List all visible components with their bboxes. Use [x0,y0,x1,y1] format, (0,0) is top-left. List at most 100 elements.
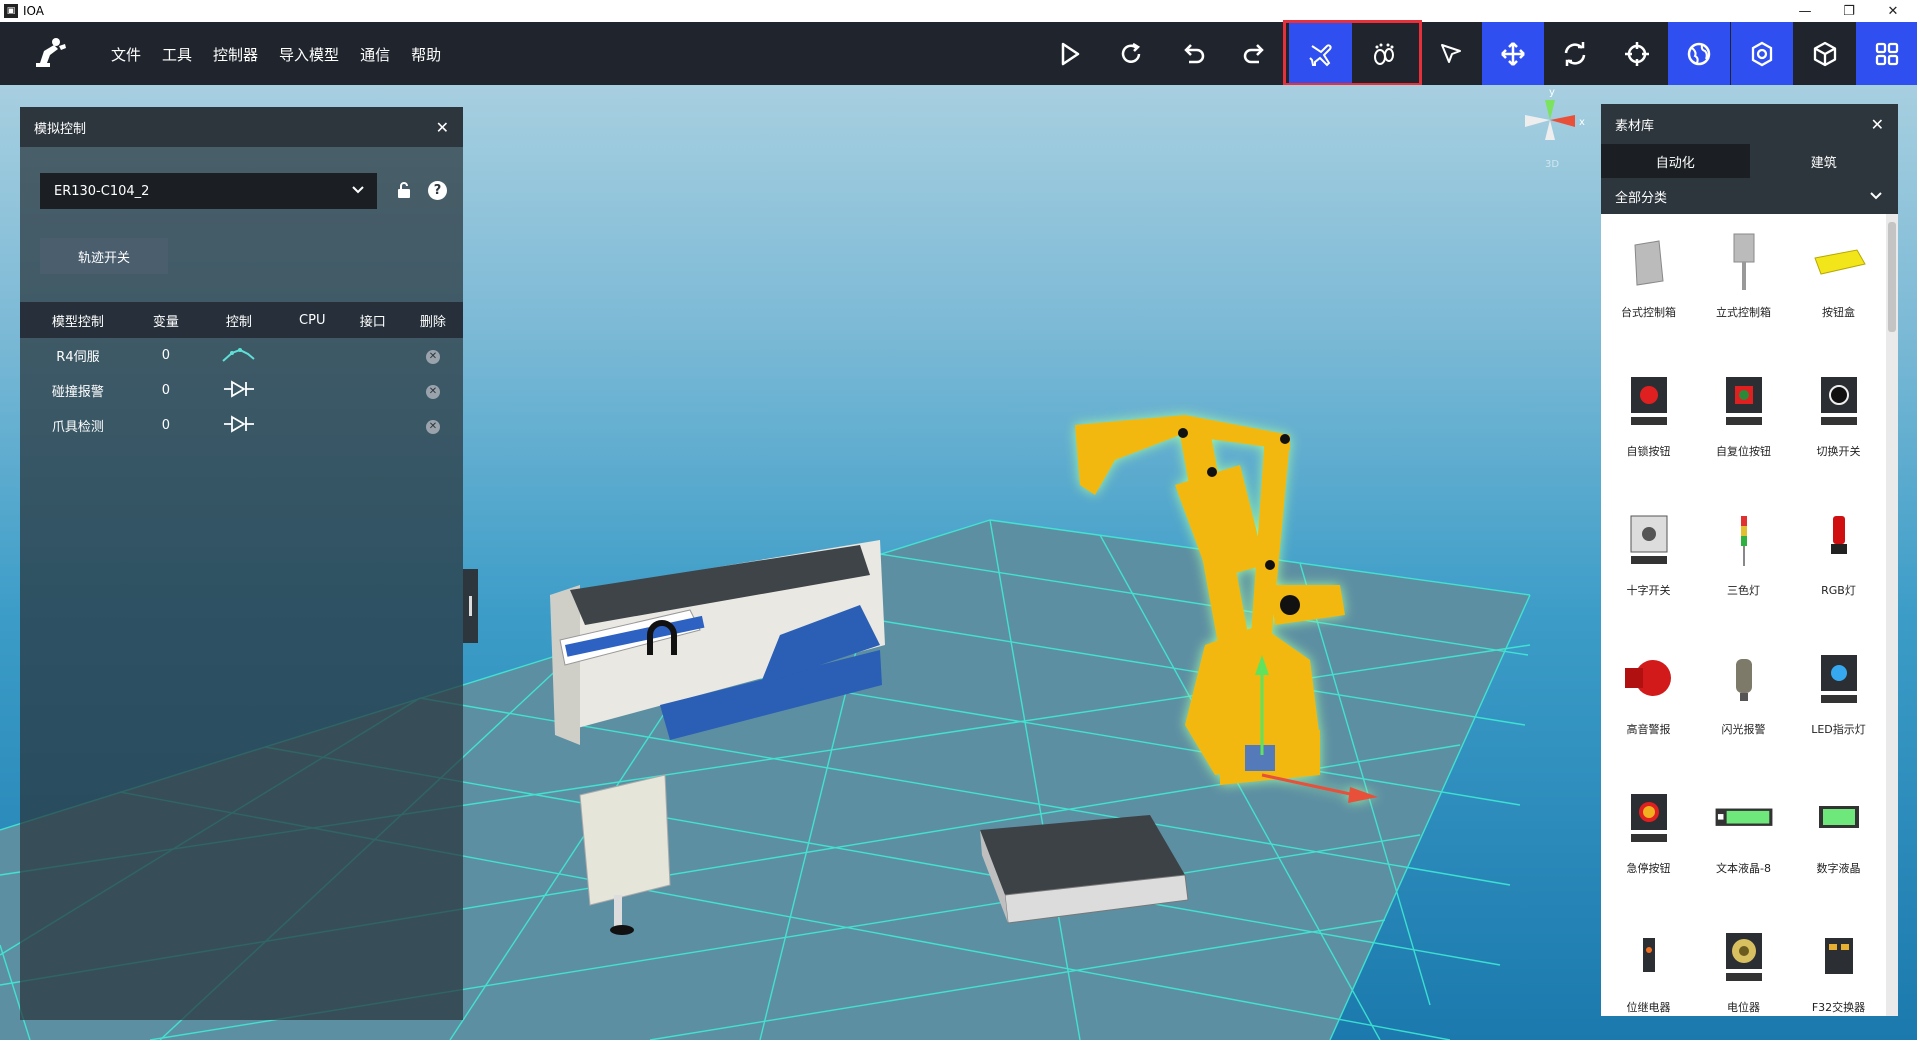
refresh-icon [1121,42,1141,63]
library-item[interactable]: 位继电器 [1601,909,1696,1016]
close-icon[interactable]: ✕ [1871,115,1884,134]
delete-icon[interactable]: ✕ [425,349,440,364]
library-item[interactable]: 文本液晶-8 [1696,770,1791,909]
menu-communication[interactable]: 通信 [360,44,390,65]
library-item[interactable]: 高音警报 [1601,631,1696,770]
sim-control-panel: 模拟控制 ✕ ER130-C104_2 ? 轨迹开关 模型控制 变量 控制 CP… [20,107,463,1020]
diode-icon[interactable] [222,414,256,433]
flash-alarm-icon [1735,659,1752,701]
window-title: IOA [23,4,44,18]
axis-gizmo-icon[interactable]: y x 3D [1515,85,1595,185]
chevron-down-icon [1870,192,1882,200]
minimize-button[interactable]: — [1783,0,1827,22]
library-item[interactable]: 自复位按钮 [1696,353,1791,492]
walk-mode-button[interactable] [1352,22,1415,85]
menu-import-model[interactable]: 导入模型 [279,44,339,65]
menu-tools[interactable]: 工具 [162,44,192,65]
restore-button[interactable]: ❐ [1827,0,1871,22]
rgb-light-icon [1830,516,1847,554]
cube-button[interactable] [1794,22,1856,85]
fly-mode-icon [1308,43,1332,66]
potentiometer-icon [1725,933,1762,981]
help-icon[interactable]: ? [428,181,447,200]
library-item[interactable]: 急停按钮 [1601,770,1696,909]
target-button[interactable] [1606,22,1668,85]
library-scrollbar[interactable] [1886,214,1898,1016]
category-dropdown[interactable]: 全部分类 [1601,178,1898,214]
diode-icon[interactable] [222,379,256,398]
emergency-stop-icon [1630,794,1667,842]
move-button[interactable] [1482,22,1544,85]
library-item[interactable]: 电位器 [1696,909,1791,1016]
cube-icon [1813,41,1837,66]
desk-control-box-icon [1633,240,1664,286]
library-item[interactable]: RGB灯 [1791,492,1886,631]
f32-switch-icon [1824,938,1853,974]
library-item[interactable]: 十字开关 [1601,492,1696,631]
table-row[interactable]: 碰撞报警 0 ✕ [20,373,463,408]
grid-apps-icon [1875,42,1898,65]
tri-color-light-icon [1740,516,1747,566]
library-item[interactable]: LED指示灯 [1791,631,1886,770]
col-cpu: CPU [281,302,343,338]
reset-button-icon [1725,377,1762,425]
library-grid: 台式控制箱 立式控制箱 按钮盒 自锁按钮 自复位按钮 切换开关 十字开关 三色灯… [1601,214,1886,1016]
tab-architecture[interactable]: 建筑 [1749,144,1898,178]
globe-button[interactable] [1668,22,1730,85]
redo-button[interactable] [1224,22,1286,85]
apps-button[interactable] [1856,22,1917,85]
main-toolbar: 文件 工具 控制器 导入模型 通信 帮助 [0,22,1917,85]
lock-icon[interactable] [395,181,413,199]
undo-button[interactable] [1162,22,1224,85]
panel-collapse-handle[interactable] [463,569,478,643]
rotate-icon [1564,41,1586,66]
undo-icon [1184,43,1205,63]
model-select-value: ER130-C104_2 [54,183,150,199]
library-title: 素材库 [1615,118,1655,134]
model-select[interactable]: ER130-C104_2 [40,173,377,209]
refresh-button[interactable] [1100,22,1162,85]
walk-mode-icon [1373,43,1394,65]
library-item[interactable]: 切换开关 [1791,353,1886,492]
material-library-panel: 素材库 ✕ 自动化 建筑 全部分类 台式控制箱 立式控制箱 按钮盒 自锁按钮 自… [1601,104,1898,1016]
axis-y-label: y [1549,87,1555,98]
library-item[interactable]: 台式控制箱 [1601,214,1696,353]
library-item[interactable]: 按钮盒 [1791,214,1886,353]
library-item[interactable]: F32交换器 [1791,909,1886,1016]
menu-help[interactable]: 帮助 [411,44,441,65]
col-model-control: 模型控制 [20,302,136,338]
delete-icon[interactable]: ✕ [425,384,440,399]
play-button[interactable] [1038,22,1100,85]
rotate-button[interactable] [1544,22,1606,85]
switch-icon [1820,377,1857,425]
library-item[interactable]: 数字液晶 [1791,770,1886,909]
track-toggle-button[interactable]: 轨迹开关 [40,238,168,274]
globe-icon [1687,42,1711,65]
row-name: 碰撞报警 [51,385,104,400]
menu-controller[interactable]: 控制器 [213,44,258,65]
menu-file[interactable]: 文件 [111,44,141,65]
robot-logo-icon [36,38,66,67]
library-item[interactable]: 自锁按钮 [1601,353,1696,492]
self-lock-button-icon [1630,377,1667,425]
robot-arm-icon[interactable] [220,345,258,363]
settings-button[interactable] [1731,22,1793,85]
play-icon [1061,42,1080,65]
axis-3d-label: 3D [1545,159,1559,170]
table-row[interactable]: R4伺服 0 ✕ [20,338,463,373]
library-item[interactable]: 三色灯 [1696,492,1791,631]
table-row[interactable]: 爪具检测 0 ✕ [20,408,463,443]
led-indicator-icon [1820,655,1857,703]
model-control-table: 模型控制 变量 控制 CPU 接口 删除 R4伺服 0 ✕ 碰撞报警 0 ✕ 爪… [20,302,463,443]
library-item[interactable]: 立式控制箱 [1696,214,1791,353]
row-variable: 0 [161,348,171,363]
fly-mode-button[interactable] [1289,22,1352,85]
library-item[interactable]: 闪光报警 [1696,631,1791,770]
select-button[interactable] [1420,22,1482,85]
close-icon[interactable]: ✕ [436,118,449,137]
close-window-button[interactable]: ✕ [1871,0,1915,22]
settings-icon [1751,41,1773,66]
tab-automation[interactable]: 自动化 [1601,144,1750,178]
row-name: 爪具检测 [51,420,104,435]
delete-icon[interactable]: ✕ [425,419,440,434]
